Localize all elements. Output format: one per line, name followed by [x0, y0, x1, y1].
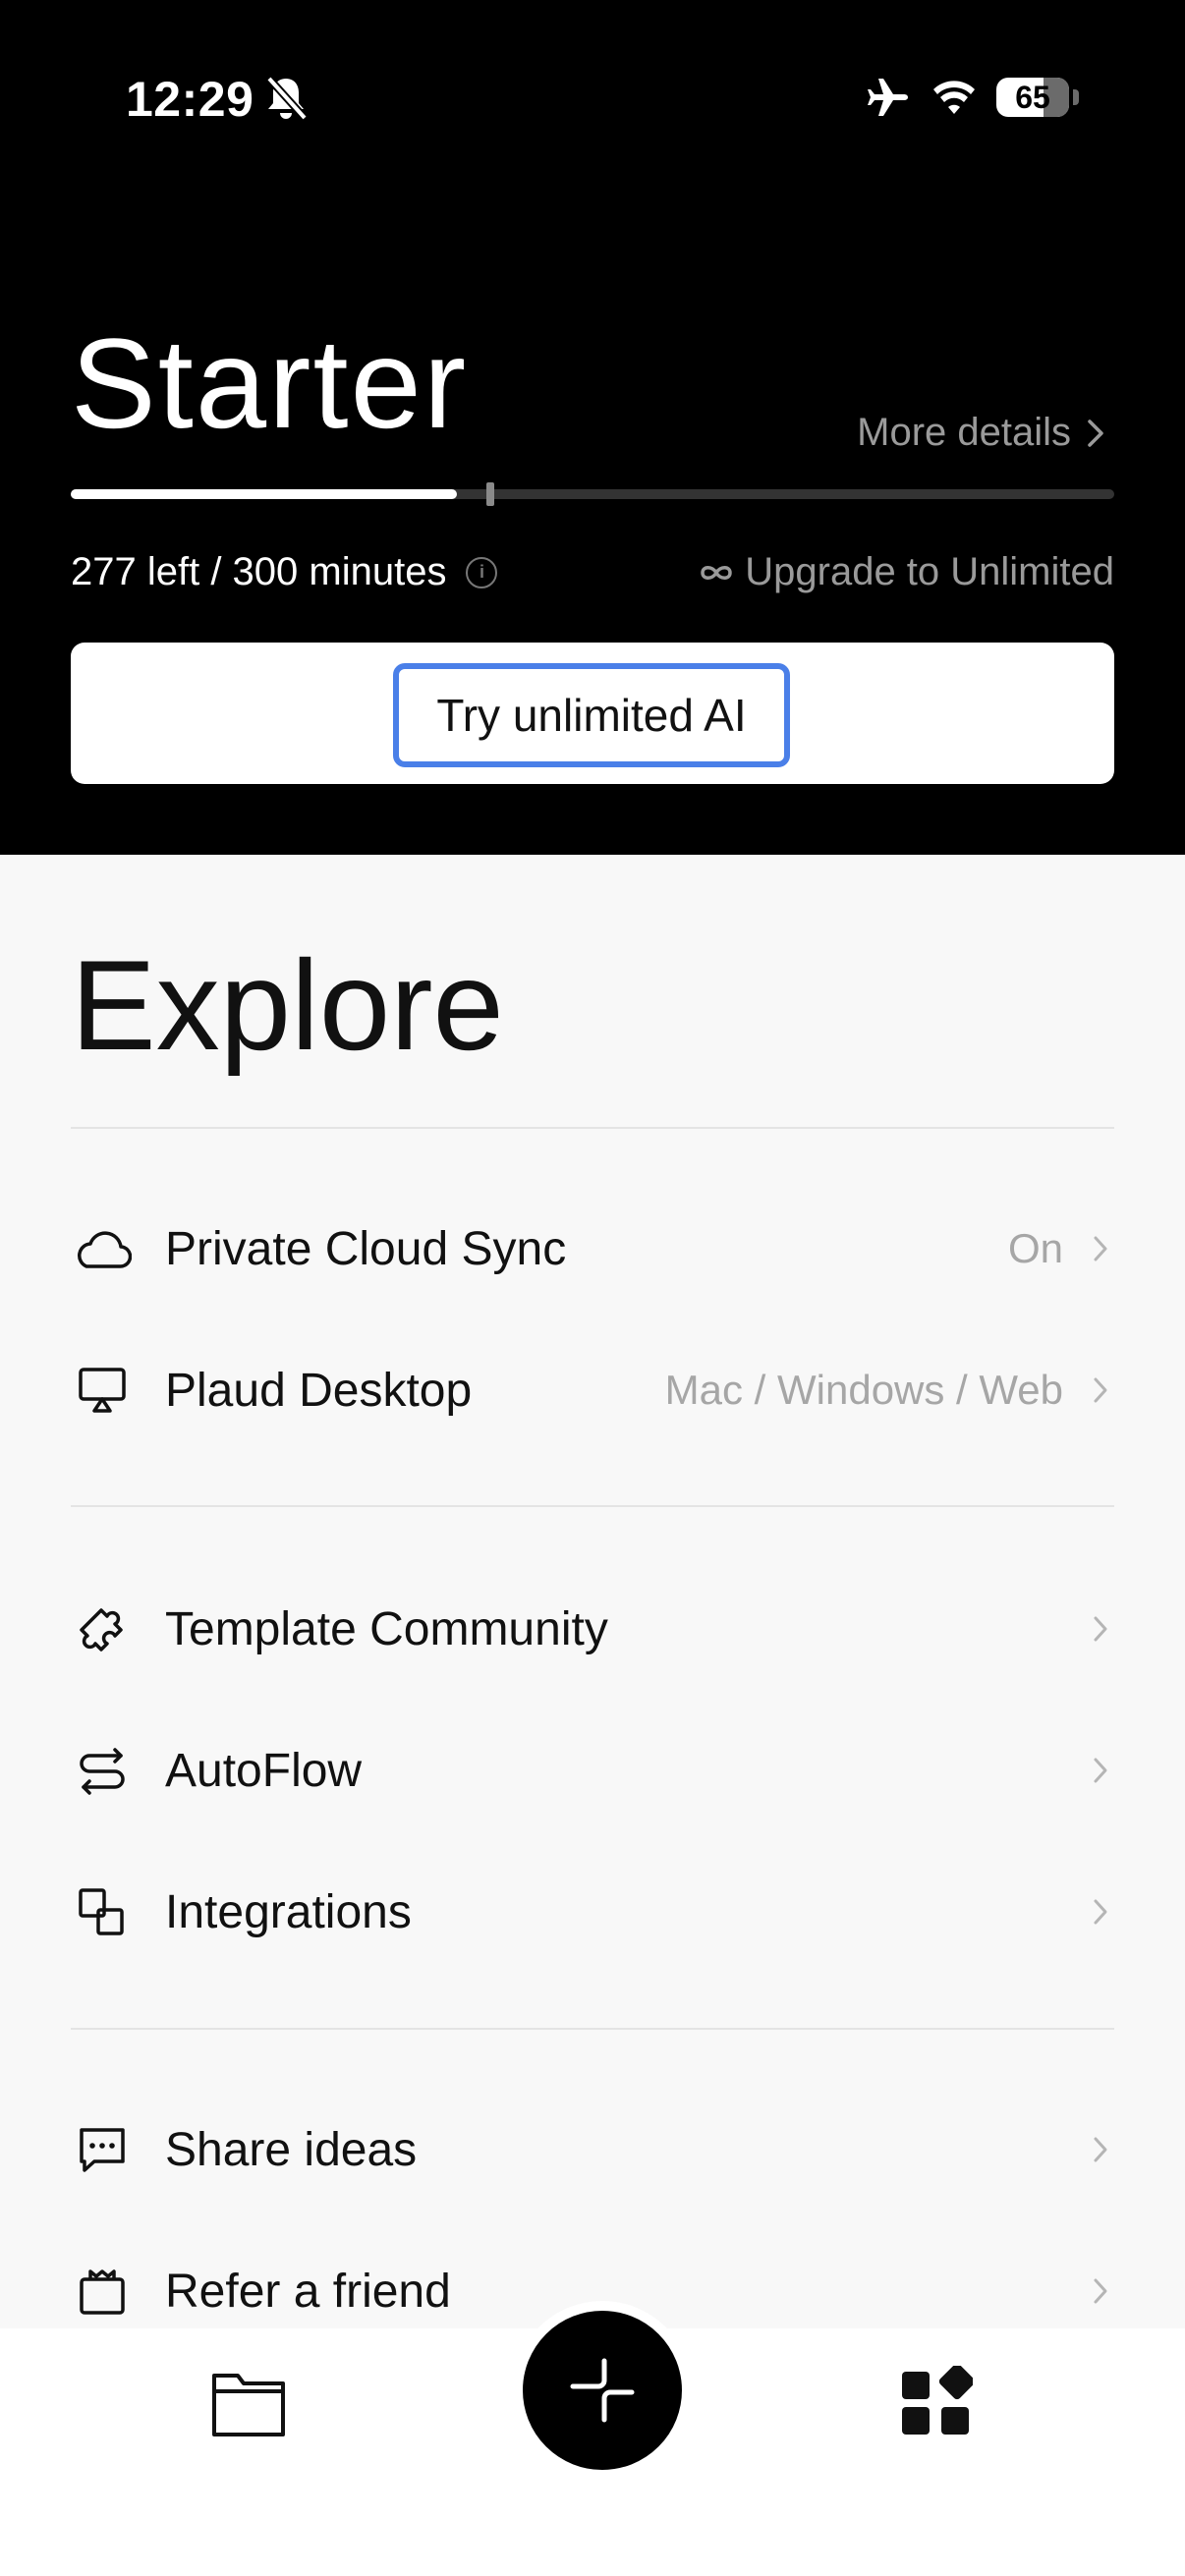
divider	[71, 1505, 1114, 1507]
plan-title: Starter	[71, 311, 469, 455]
usage-progress-fill	[71, 489, 457, 499]
row-integrations[interactable]: Integrations	[71, 1858, 1114, 1966]
minutes-left: 277 left / 300 minutes i	[71, 550, 498, 594]
airplane-icon	[868, 79, 908, 116]
chevron-right-icon	[1088, 419, 1103, 447]
chevron-right-icon	[1087, 1371, 1114, 1410]
row-label: Plaud Desktop	[165, 1364, 473, 1417]
autoflow-icon	[71, 1739, 134, 1802]
gift-icon	[71, 2260, 134, 2323]
infinity-icon	[701, 565, 733, 580]
try-unlimited-button[interactable]: Try unlimited AI	[393, 663, 790, 767]
more-details-link[interactable]: More details	[857, 411, 1104, 455]
row-value: On	[1007, 1225, 1063, 1271]
folder-icon[interactable]	[210, 2366, 287, 2438]
explore-title: Explore	[71, 933, 504, 1077]
usage-progress-marker	[486, 482, 494, 506]
row-autoflow[interactable]: AutoFlow	[71, 1716, 1114, 1824]
chevron-right-icon	[1087, 1609, 1114, 1649]
divider	[71, 2028, 1114, 2030]
battery-icon: 65	[996, 78, 1069, 117]
row-share-ideas[interactable]: Share ideas	[71, 2096, 1114, 2204]
row-private-cloud-sync[interactable]: Private Cloud Sync On	[71, 1195, 1114, 1303]
sparkle-icon	[570, 2358, 635, 2423]
chevron-right-icon	[1087, 2130, 1114, 2169]
row-plaud-desktop[interactable]: Plaud Desktop Mac / Windows / Web	[71, 1336, 1114, 1444]
desktop-icon	[71, 1359, 134, 1422]
integrations-icon	[71, 1880, 134, 1943]
plan-header: 12:29 65 Starter More details 277 left /…	[0, 0, 1185, 855]
status-time: 12:29	[126, 72, 254, 127]
chevron-right-icon	[1087, 1892, 1114, 1932]
usage-progress-bar	[71, 482, 1114, 506]
row-label: Template Community	[165, 1602, 608, 1655]
more-details-label: More details	[857, 411, 1071, 454]
row-label: Share ideas	[165, 2123, 418, 2176]
cloud-icon	[71, 1217, 134, 1280]
upgrade-link[interactable]: Upgrade to Unlimited	[698, 550, 1114, 594]
divider	[71, 1127, 1114, 1129]
record-button[interactable]	[513, 2301, 692, 2480]
puzzle-icon	[71, 1597, 134, 1660]
minutes-left-text: 277 left / 300 minutes	[71, 550, 447, 593]
upgrade-label: Upgrade to Unlimited	[745, 550, 1114, 593]
wifi-icon	[933, 81, 975, 114]
row-label: Private Cloud Sync	[165, 1222, 567, 1275]
status-icons: 65	[865, 71, 1079, 124]
chevron-right-icon	[1087, 1751, 1114, 1790]
row-value: Mac / Windows / Web	[664, 1367, 1063, 1413]
info-icon[interactable]: i	[466, 556, 498, 588]
row-label: Integrations	[165, 1885, 412, 1938]
battery-level: 65	[1015, 79, 1050, 115]
chat-icon	[71, 2118, 134, 2181]
bell-off-icon	[266, 76, 308, 121]
row-label: AutoFlow	[165, 1744, 363, 1797]
row-template-community[interactable]: Template Community	[71, 1575, 1114, 1683]
chevron-right-icon	[1087, 2271, 1114, 2311]
chevron-right-icon	[1087, 1229, 1114, 1268]
apps-icon[interactable]	[900, 2366, 973, 2438]
